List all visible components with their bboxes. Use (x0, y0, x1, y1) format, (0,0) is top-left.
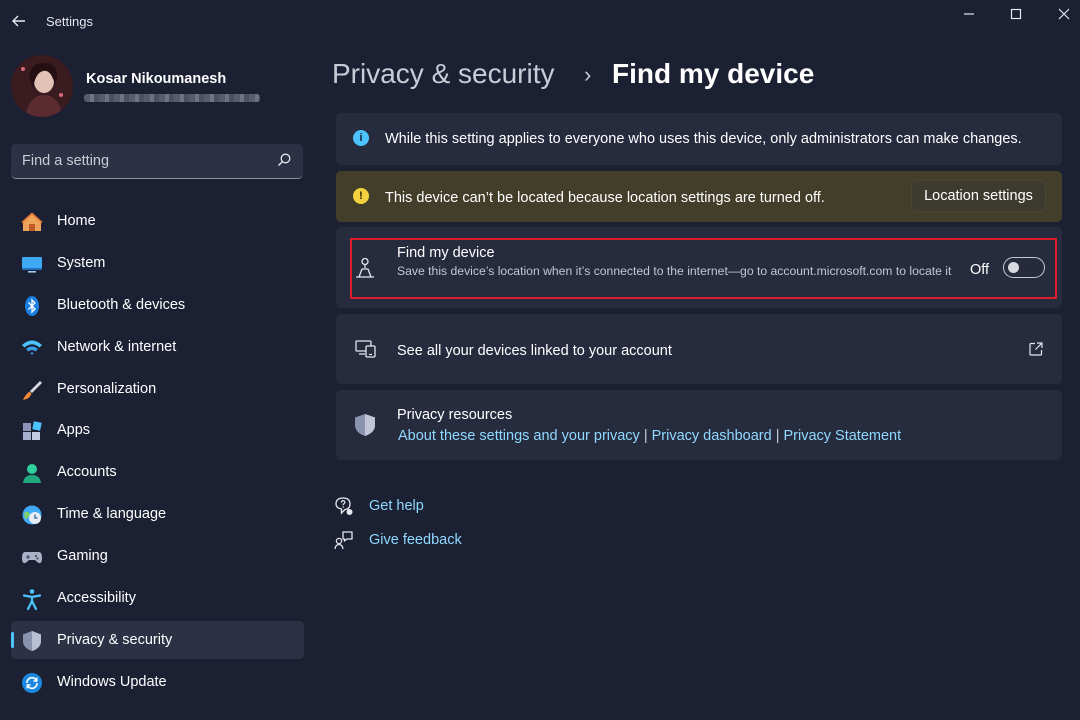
back-arrow-icon (12, 15, 25, 27)
search-box[interactable] (11, 144, 303, 179)
breadcrumb-parent[interactable]: Privacy & security (332, 58, 555, 90)
info-banner-text: While this setting applies to everyone w… (385, 131, 1022, 147)
find-my-device-setting: Find my device Save this device’s locati… (336, 227, 1062, 308)
privacy-resources-card: Privacy resources About these settings a… (336, 390, 1062, 460)
linked-devices-row[interactable]: See all your devices linked to your acco… (336, 314, 1062, 384)
breadcrumb-chevron-icon: › (584, 62, 592, 87)
wifi-icon (22, 340, 42, 355)
get-help-link[interactable]: Get help (369, 498, 424, 514)
link-separator: | (643, 428, 648, 444)
find-my-device-toggle[interactable] (1003, 257, 1045, 278)
sidebar-item-time-language[interactable]: Time & language (11, 495, 304, 533)
globe-clock-icon (22, 505, 42, 525)
sidebar-item-bluetooth[interactable]: Bluetooth & devices (11, 286, 304, 324)
find-my-device-description: Save this device’s location when it’s co… (397, 264, 952, 278)
accounts-icon (23, 464, 41, 484)
system-icon (22, 256, 42, 273)
sidebar-item-label: Privacy & security (57, 631, 173, 648)
maximize-icon (1010, 8, 1022, 20)
warning-banner-text: This device can’t be located because loc… (385, 190, 825, 206)
sidebar-item-label: Personalization (57, 380, 157, 397)
bluetooth-icon (25, 295, 39, 316)
link-separator: | (775, 428, 780, 444)
privacy-statement-link[interactable]: Privacy Statement (783, 428, 901, 444)
sidebar-item-network[interactable]: Network & internet (11, 328, 304, 366)
privacy-links: About these settings and your privacy | Pr… (398, 428, 901, 444)
sidebar-item-accounts[interactable]: Accounts (11, 453, 304, 491)
admin-info-banner: i While this setting applies to everyone… (336, 113, 1062, 165)
find-my-device-title: Find my device (397, 245, 495, 261)
sidebar-item-label: Bluetooth & devices (57, 296, 186, 313)
sidebar-item-label: Apps (57, 422, 91, 439)
privacy-dashboard-link[interactable]: Privacy dashboard (652, 428, 772, 444)
apps-icon (23, 421, 42, 441)
sidebar-nav: Home System Bluetooth & devices Network … (11, 202, 304, 705)
minimize-button[interactable] (954, 4, 984, 24)
give-feedback-link[interactable]: Give feedback (369, 532, 462, 548)
minimize-icon (964, 13, 974, 15)
close-icon (1058, 8, 1070, 20)
user-email-redacted (84, 94, 260, 102)
brush-icon (23, 380, 42, 400)
get-help-icon (335, 497, 353, 515)
devices-icon (355, 340, 376, 358)
sidebar-item-personalization[interactable]: Personalization (11, 370, 304, 408)
user-name: Kosar Nikoumanesh (86, 71, 227, 87)
search-input[interactable] (22, 152, 262, 170)
sidebar-item-home[interactable]: Home (11, 202, 304, 240)
shield-icon (23, 630, 41, 651)
sidebar-item-privacy-security[interactable]: Privacy & security (11, 620, 304, 659)
location-settings-button[interactable]: Location settings (911, 180, 1046, 212)
title-bar: Settings (0, 0, 1080, 44)
home-icon (21, 212, 43, 231)
sidebar-item-accessibility[interactable]: Accessibility (11, 579, 304, 617)
accessibility-icon (22, 589, 42, 611)
sidebar-item-system[interactable]: System (11, 244, 304, 282)
sidebar-item-label: Accessibility (57, 590, 136, 607)
sidebar-item-gaming[interactable]: Gaming (11, 537, 304, 575)
find-device-person-icon (356, 257, 374, 278)
sidebar-item-label: Home (57, 213, 96, 229)
sidebar-item-apps[interactable]: Apps (11, 411, 304, 449)
sidebar-item-windows-update[interactable]: Windows Update (11, 663, 304, 701)
sidebar-item-label: Gaming (57, 548, 108, 565)
external-link-icon (1029, 342, 1043, 356)
toggle-state-label: Off (970, 262, 990, 278)
profile-photo (11, 55, 73, 117)
update-icon (22, 672, 42, 693)
gamepad-icon (22, 552, 42, 564)
sidebar-item-label: System (57, 254, 106, 271)
sidebar-item-label: Network & internet (57, 338, 177, 355)
privacy-resources-title: Privacy resources (397, 407, 513, 423)
privacy-shield-icon (355, 414, 375, 436)
give-feedback-icon (334, 531, 353, 550)
info-icon: i (353, 130, 369, 146)
maximize-button[interactable] (1001, 4, 1031, 24)
privacy-about-link[interactable]: About these settings and your privacy (398, 428, 640, 444)
back-button[interactable] (8, 10, 30, 32)
sidebar-item-label: Windows Update (57, 673, 167, 690)
linked-devices-text: See all your devices linked to your acco… (397, 343, 672, 359)
sidebar-item-label: Time & language (57, 506, 167, 523)
page-title: Find my device (612, 58, 815, 89)
avatar[interactable] (11, 55, 73, 117)
toggle-knob (1008, 262, 1019, 273)
close-button[interactable] (1049, 4, 1079, 24)
location-warning-banner: ! This device can’t be located because l… (336, 171, 1062, 222)
sidebar-item-label: Accounts (57, 464, 117, 481)
app-title: Settings (46, 14, 93, 29)
warning-icon: ! (353, 188, 369, 204)
search-icon[interactable] (276, 152, 292, 168)
